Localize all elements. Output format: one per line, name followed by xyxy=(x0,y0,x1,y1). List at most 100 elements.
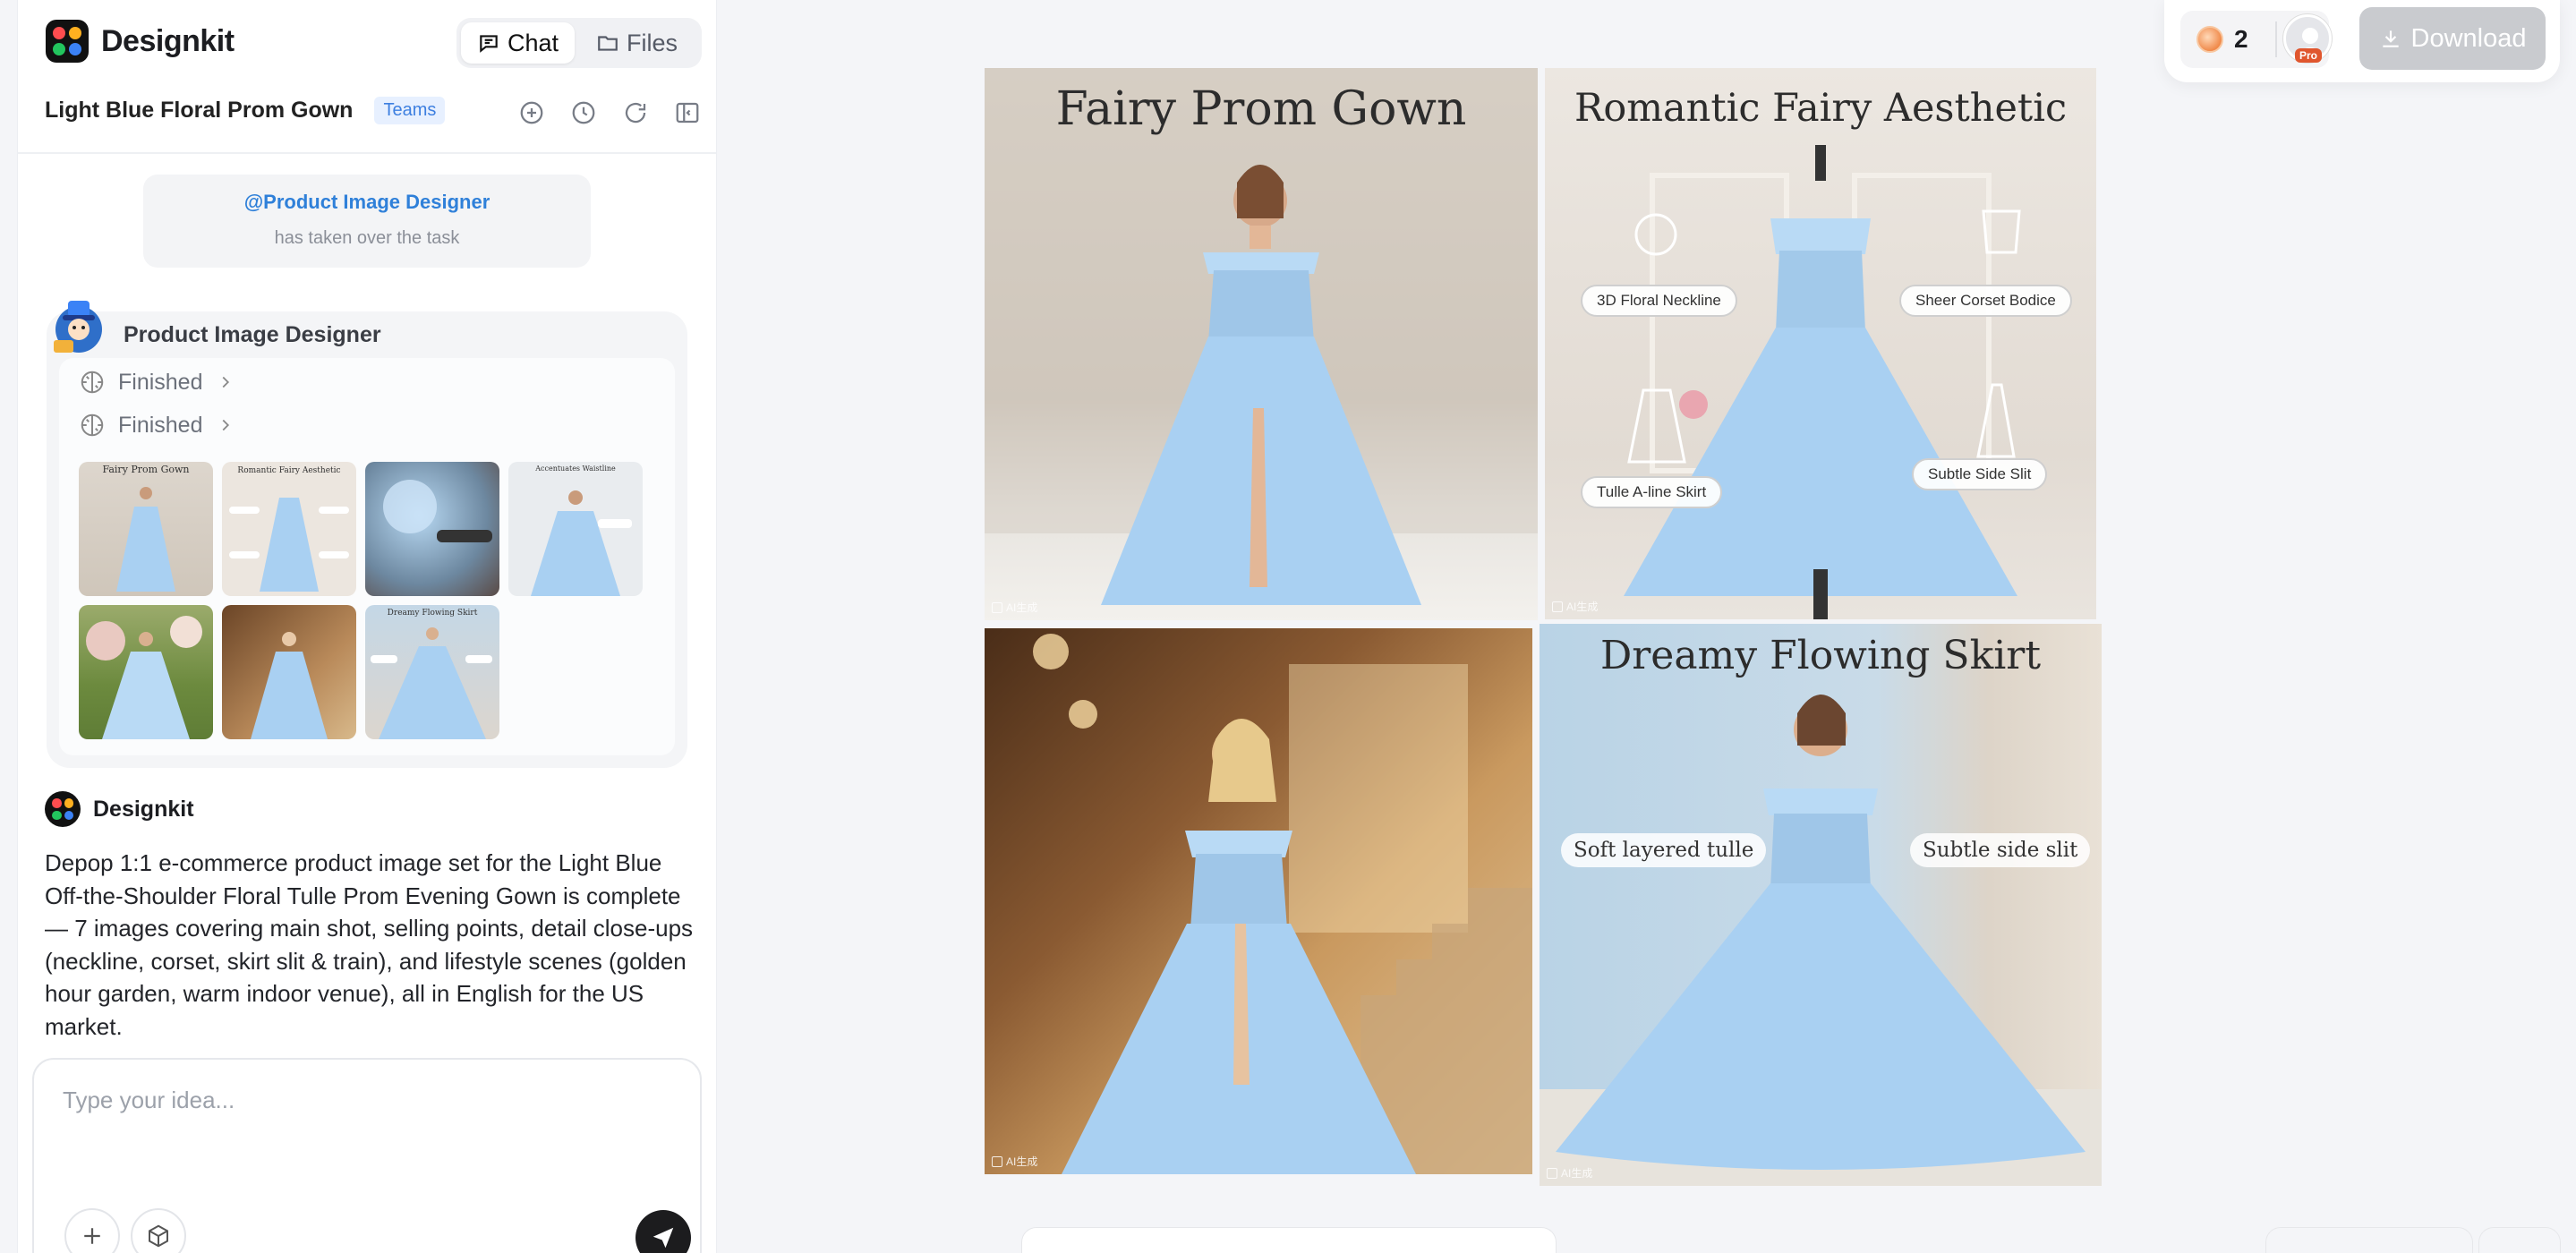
feature-label: Soft layered tulle xyxy=(1561,833,1767,867)
teams-badge: Teams xyxy=(374,97,446,124)
app-name: Designkit xyxy=(101,23,235,58)
zoom-controls[interactable] xyxy=(2266,1228,2472,1253)
project-title: Light Blue Floral Prom Gown xyxy=(45,98,354,123)
history-icon xyxy=(572,101,595,124)
gown-thumb-image: Fairy Prom Gown xyxy=(102,464,190,592)
gown-thumb-image: Accentuates Waistline xyxy=(531,465,632,596)
ai-tag-text: AI生成 xyxy=(1006,601,1038,614)
svg-text:Fairy Prom Gown: Fairy Prom Gown xyxy=(102,464,189,475)
ai-generated-tag: AI生成 xyxy=(992,600,1037,615)
gown-thumb-image xyxy=(86,616,202,739)
gown-thumb-image: Dreamy Flowing Skirt xyxy=(371,609,492,739)
new-chat-button[interactable] xyxy=(516,97,548,129)
header-divider xyxy=(18,152,716,154)
task-icon xyxy=(81,413,104,437)
history-button[interactable] xyxy=(567,97,600,129)
coin-icon xyxy=(2196,26,2223,53)
thumbnail-neckline-detail[interactable] xyxy=(365,462,499,596)
ai-tag-text: AI生成 xyxy=(1006,1155,1038,1168)
designkit-avatar-icon xyxy=(45,791,81,827)
takeover-mention[interactable]: @Product Image Designer xyxy=(143,191,591,214)
credits-value: 2 xyxy=(2234,25,2248,53)
svg-text:Accentuates Waistline: Accentuates Waistline xyxy=(534,465,616,473)
image-tile-main[interactable]: Fairy Prom Gown AI生成 xyxy=(985,68,1538,620)
top-toolbar: 2 Pro Download xyxy=(2164,0,2560,82)
canvas-toolbar[interactable] xyxy=(1022,1228,1556,1253)
thumbnail-waistline[interactable]: Accentuates Waistline xyxy=(508,462,643,596)
image-tile-staircase[interactable]: AI生成 xyxy=(985,628,1532,1174)
tab-files[interactable]: Files xyxy=(580,22,694,64)
step-finished[interactable]: Finished xyxy=(79,412,235,439)
ai-tag-text: AI生成 xyxy=(1566,601,1599,613)
brand[interactable]: Designkit xyxy=(46,20,235,63)
sidebar-toggle-icon xyxy=(676,102,699,124)
cube-icon xyxy=(149,1224,168,1248)
attach-button[interactable] xyxy=(64,1208,120,1253)
add-icon xyxy=(520,101,543,124)
project-actions xyxy=(516,97,704,129)
image-tile-flowing-skirt[interactable]: Dreamy Flowing Skirt Soft layered tulle … xyxy=(1540,624,2102,1186)
view-switcher: Chat Files xyxy=(456,18,702,68)
gown-thumb-image: Romantic Fairy Aesthetic xyxy=(229,466,349,592)
skirt-photo xyxy=(1540,695,2102,1186)
gown-photo xyxy=(985,68,1538,605)
tab-chat[interactable]: Chat xyxy=(461,22,576,64)
plus-icon xyxy=(84,1228,100,1244)
download-label: Download xyxy=(2410,23,2527,53)
step-label: Finished xyxy=(118,369,203,395)
ai-generated-tag: AI生成 xyxy=(1552,599,1598,614)
thumbnail-garden-scene[interactable] xyxy=(79,605,213,739)
download-button[interactable]: Download xyxy=(2359,7,2546,70)
assistant-name: Designkit xyxy=(93,796,194,822)
tab-files-label: Files xyxy=(627,29,678,56)
feature-label: Tulle A-line Skirt xyxy=(1581,476,1723,508)
feature-label: 3D Floral Neckline xyxy=(1581,285,1737,317)
composer[interactable]: Type your idea... xyxy=(32,1058,702,1253)
divider xyxy=(2274,21,2277,57)
feature-label: Subtle Side Slit xyxy=(1912,458,2048,490)
sidebar-toggle-button[interactable] xyxy=(671,97,704,129)
takeover-text: has taken over the task xyxy=(274,228,460,248)
ai-tag-text: AI生成 xyxy=(1561,1167,1593,1180)
agent-output: Finished Finished Fairy Prom Gown Romant… xyxy=(59,358,675,755)
refresh-button[interactable] xyxy=(619,97,652,129)
model-button[interactable] xyxy=(131,1208,186,1253)
help-button[interactable] xyxy=(2479,1228,2560,1253)
tile-caption: Dreamy Flowing Skirt xyxy=(1599,633,2042,678)
thumbnail-grid: Fairy Prom Gown Romantic Fairy Aesthetic… xyxy=(79,462,643,739)
composer-placeholder[interactable]: Type your idea... xyxy=(63,1087,235,1114)
chevron-right-icon xyxy=(222,419,229,431)
thumbnail-staircase-scene[interactable] xyxy=(222,605,356,739)
agent-name: Product Image Designer xyxy=(124,322,381,347)
folder-icon xyxy=(598,36,618,51)
gown-thumb-image xyxy=(383,480,492,542)
gown-thumb-image xyxy=(251,632,328,739)
assistant-header: Designkit xyxy=(45,791,194,827)
feature-label: Subtle side slit xyxy=(1910,833,2091,867)
chevron-right-icon xyxy=(222,376,229,388)
svg-text:Romantic Fairy Aesthetic: Romantic Fairy Aesthetic xyxy=(237,466,340,475)
svg-text:Dreamy Flowing Skirt: Dreamy Flowing Skirt xyxy=(388,609,478,618)
assistant-message: Depop 1:1 e-commerce product image set f… xyxy=(45,849,694,1040)
takeover-notice: @Product Image Designer has taken over t… xyxy=(143,175,591,268)
ai-generated-tag: AI生成 xyxy=(1547,1165,1592,1181)
mannequin-photo xyxy=(1624,145,2021,619)
project-header: Light Blue Floral Prom Gown Teams xyxy=(45,97,446,124)
step-finished[interactable]: Finished xyxy=(79,369,235,396)
feature-label: Sheer Corset Bodice xyxy=(1899,285,2072,317)
thumbnail-fairy-prom-gown[interactable]: Fairy Prom Gown xyxy=(79,462,213,596)
send-icon xyxy=(653,1227,674,1249)
download-icon xyxy=(2382,30,2399,47)
thumbnail-romantic-fairy[interactable]: Romantic Fairy Aesthetic xyxy=(222,462,356,596)
tile-caption: Fairy Prom Gown xyxy=(1055,82,1467,136)
refresh-icon xyxy=(625,102,646,124)
tab-chat-label: Chat xyxy=(508,29,559,56)
pro-badge: Pro xyxy=(2295,48,2323,63)
send-button[interactable] xyxy=(635,1210,691,1253)
chat-icon xyxy=(480,35,498,53)
agent-card: Product Image Designer Finished Finished… xyxy=(47,301,687,768)
staircase-photo xyxy=(1033,634,1532,1174)
thumbnail-dreamy-skirt[interactable]: Dreamy Flowing Skirt xyxy=(365,605,499,739)
image-tile-selling-points[interactable]: Romantic Fairy Aesthetic 3D Floral Neckl… xyxy=(1545,68,2096,619)
step-label: Finished xyxy=(118,412,203,438)
